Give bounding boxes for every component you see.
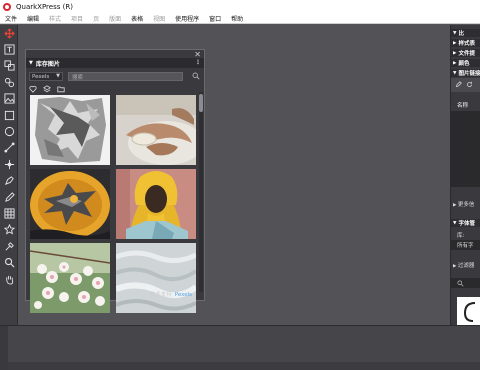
tools-palette [0, 25, 18, 325]
menu-item[interactable]: 项目 [66, 14, 88, 23]
menu-edit[interactable]: 编辑 [22, 14, 44, 23]
image-thumbnail-hands-shell[interactable] [116, 95, 196, 165]
panel-row-label: 字体管 [458, 221, 475, 227]
oval-tool-icon[interactable] [0, 123, 18, 139]
quarkxpress-logo-icon [3, 3, 11, 11]
image-thumbnail-woman-headscarf[interactable] [116, 169, 196, 239]
more-info-toggle[interactable]: ▶ 更多信 [453, 200, 474, 208]
search-icon [457, 279, 464, 287]
image-thumbnail-bird-bowl[interactable] [30, 169, 110, 239]
menu-style[interactable]: 样式 [44, 14, 66, 23]
line-tool-icon[interactable] [0, 140, 18, 156]
edit-pencil-icon[interactable] [455, 81, 462, 88]
menu-bar: 文件 编辑 样式 项目 页 版面 表格 视图 使用程序 窗口 帮助 [0, 14, 480, 24]
window-title: QuarkXPress (R) [16, 3, 73, 11]
panel-row-stylesheets[interactable]: ▶ 样式表 [451, 39, 480, 47]
name-column-header: 名称 [457, 103, 469, 109]
menu-view[interactable]: 视图 [148, 14, 170, 23]
refresh-icon[interactable] [466, 81, 473, 88]
scrollbar-thumb[interactable] [199, 94, 203, 112]
panel-row-font-manager[interactable]: ▼ 字体管 [451, 219, 480, 227]
library-label: 库: [457, 233, 465, 239]
collapse-triangle-icon: ▶ [453, 50, 457, 56]
collapse-triangle-icon: ▶ [453, 60, 457, 66]
filter-toggle[interactable]: ▶ 过滤器 [453, 261, 474, 269]
menu-help[interactable]: 帮助 [226, 14, 248, 23]
search-input[interactable]: 搜索 [68, 72, 183, 81]
expand-triangle-icon: ▼ [453, 70, 457, 76]
panel-row-text[interactable]: ▶ 文件提 [451, 49, 480, 57]
move-tool-icon[interactable] [0, 25, 18, 41]
star-tool-icon[interactable] [0, 222, 18, 238]
panel-row-label: 图片链接 [458, 71, 480, 77]
credit-text: 技术支持 [149, 292, 172, 298]
panel-header[interactable]: ▼ 库存图片 ⋮ [26, 58, 204, 68]
font-search-field[interactable] [451, 278, 480, 288]
layers-icon[interactable] [43, 85, 51, 93]
panel-row-label: 文件提 [458, 51, 475, 57]
filter-label: 过滤器 [457, 263, 475, 269]
credit-link[interactable]: Pexels [175, 292, 192, 298]
zoom-icon[interactable] [0, 254, 18, 270]
bottom-left-strip [0, 326, 8, 370]
text-tool-icon[interactable] [0, 41, 18, 57]
credit-line: 技术支持 Pexels [150, 290, 192, 298]
unlink-icon[interactable] [0, 74, 18, 90]
rectangle-tool-icon[interactable] [0, 107, 18, 123]
menu-window[interactable]: 窗口 [204, 14, 226, 23]
font-library-select[interactable]: 所有字 [451, 240, 480, 250]
image-thumbnail-blossoms[interactable] [30, 243, 110, 313]
collapse-triangle-icon: ▶ [453, 40, 457, 46]
panel-row-label: 样式表 [458, 41, 475, 47]
text-link-icon[interactable] [0, 58, 18, 74]
panel-row-label: 比 [458, 31, 464, 37]
bottom-panel-area [0, 325, 480, 370]
panel-title: 库存图片 [35, 60, 60, 68]
right-panel-dock: ▼ 比 ▶ 样式表 ▶ 文件提 ▶ 颜色 ▼ 图片链接 名称 ▶ 更多信 ▼ 字体管 库: … [450, 25, 480, 325]
pencil-icon[interactable] [0, 189, 18, 205]
picture-links-list[interactable] [451, 111, 480, 187]
image-grid [30, 95, 198, 313]
bezier-pen-icon[interactable] [0, 156, 18, 172]
picture-tool-icon[interactable] [0, 91, 18, 107]
panel-menu-icon[interactable]: ⋮ [195, 59, 201, 66]
search-placeholder: 搜索 [72, 74, 84, 81]
library-value: 所有字 [457, 243, 474, 249]
table-tool-icon[interactable] [0, 205, 18, 221]
source-value: Pexels [32, 73, 50, 80]
panel-scrollbar[interactable] [199, 92, 203, 292]
image-thumbnail-foil[interactable] [30, 95, 110, 165]
menu-file[interactable]: 文件 [0, 14, 22, 23]
picture-links-toolbar [451, 78, 480, 92]
title-bar: QuarkXPress (R) [0, 0, 480, 14]
panel-row-picture-links[interactable]: ▼ 图片链接 [451, 69, 480, 77]
panel-row-colors[interactable]: ▶ 颜色 [451, 59, 480, 67]
expand-triangle-icon: ▼ [453, 220, 457, 226]
menu-table[interactable]: 表格 [126, 14, 148, 23]
menu-page[interactable]: 页 [88, 14, 104, 23]
menu-layout[interactable]: 版面 [104, 14, 126, 23]
panel-icon-bar [29, 85, 65, 93]
source-dropdown[interactable]: Pexels ▼ [29, 72, 63, 81]
panel-row-measurements[interactable]: ▼ 比 [451, 29, 480, 37]
stock-images-panel: ✕ ▼ 库存图片 ⋮ Pexels ▼ 搜索 技术支持 Pexels [25, 49, 205, 313]
font-preview [457, 297, 480, 325]
more-info-label: 更多信 [457, 202, 475, 208]
eyedropper-icon[interactable] [0, 238, 18, 254]
chevron-down-icon: ▼ [56, 73, 60, 79]
pen-add-point-icon[interactable] [0, 173, 18, 189]
pan-hand-icon[interactable] [0, 271, 18, 287]
search-icon[interactable] [192, 72, 200, 80]
panel-row-label: 颜色 [458, 61, 470, 67]
status-strip [8, 362, 480, 370]
heart-icon[interactable] [29, 85, 37, 93]
expand-triangle-icon: ▼ [453, 30, 457, 36]
menu-utilities[interactable]: 使用程序 [170, 14, 204, 23]
collapse-triangle-icon[interactable]: ▼ [29, 60, 33, 66]
image-thumbnail-ripple-texture[interactable] [116, 243, 196, 313]
folder-icon[interactable] [57, 85, 65, 93]
